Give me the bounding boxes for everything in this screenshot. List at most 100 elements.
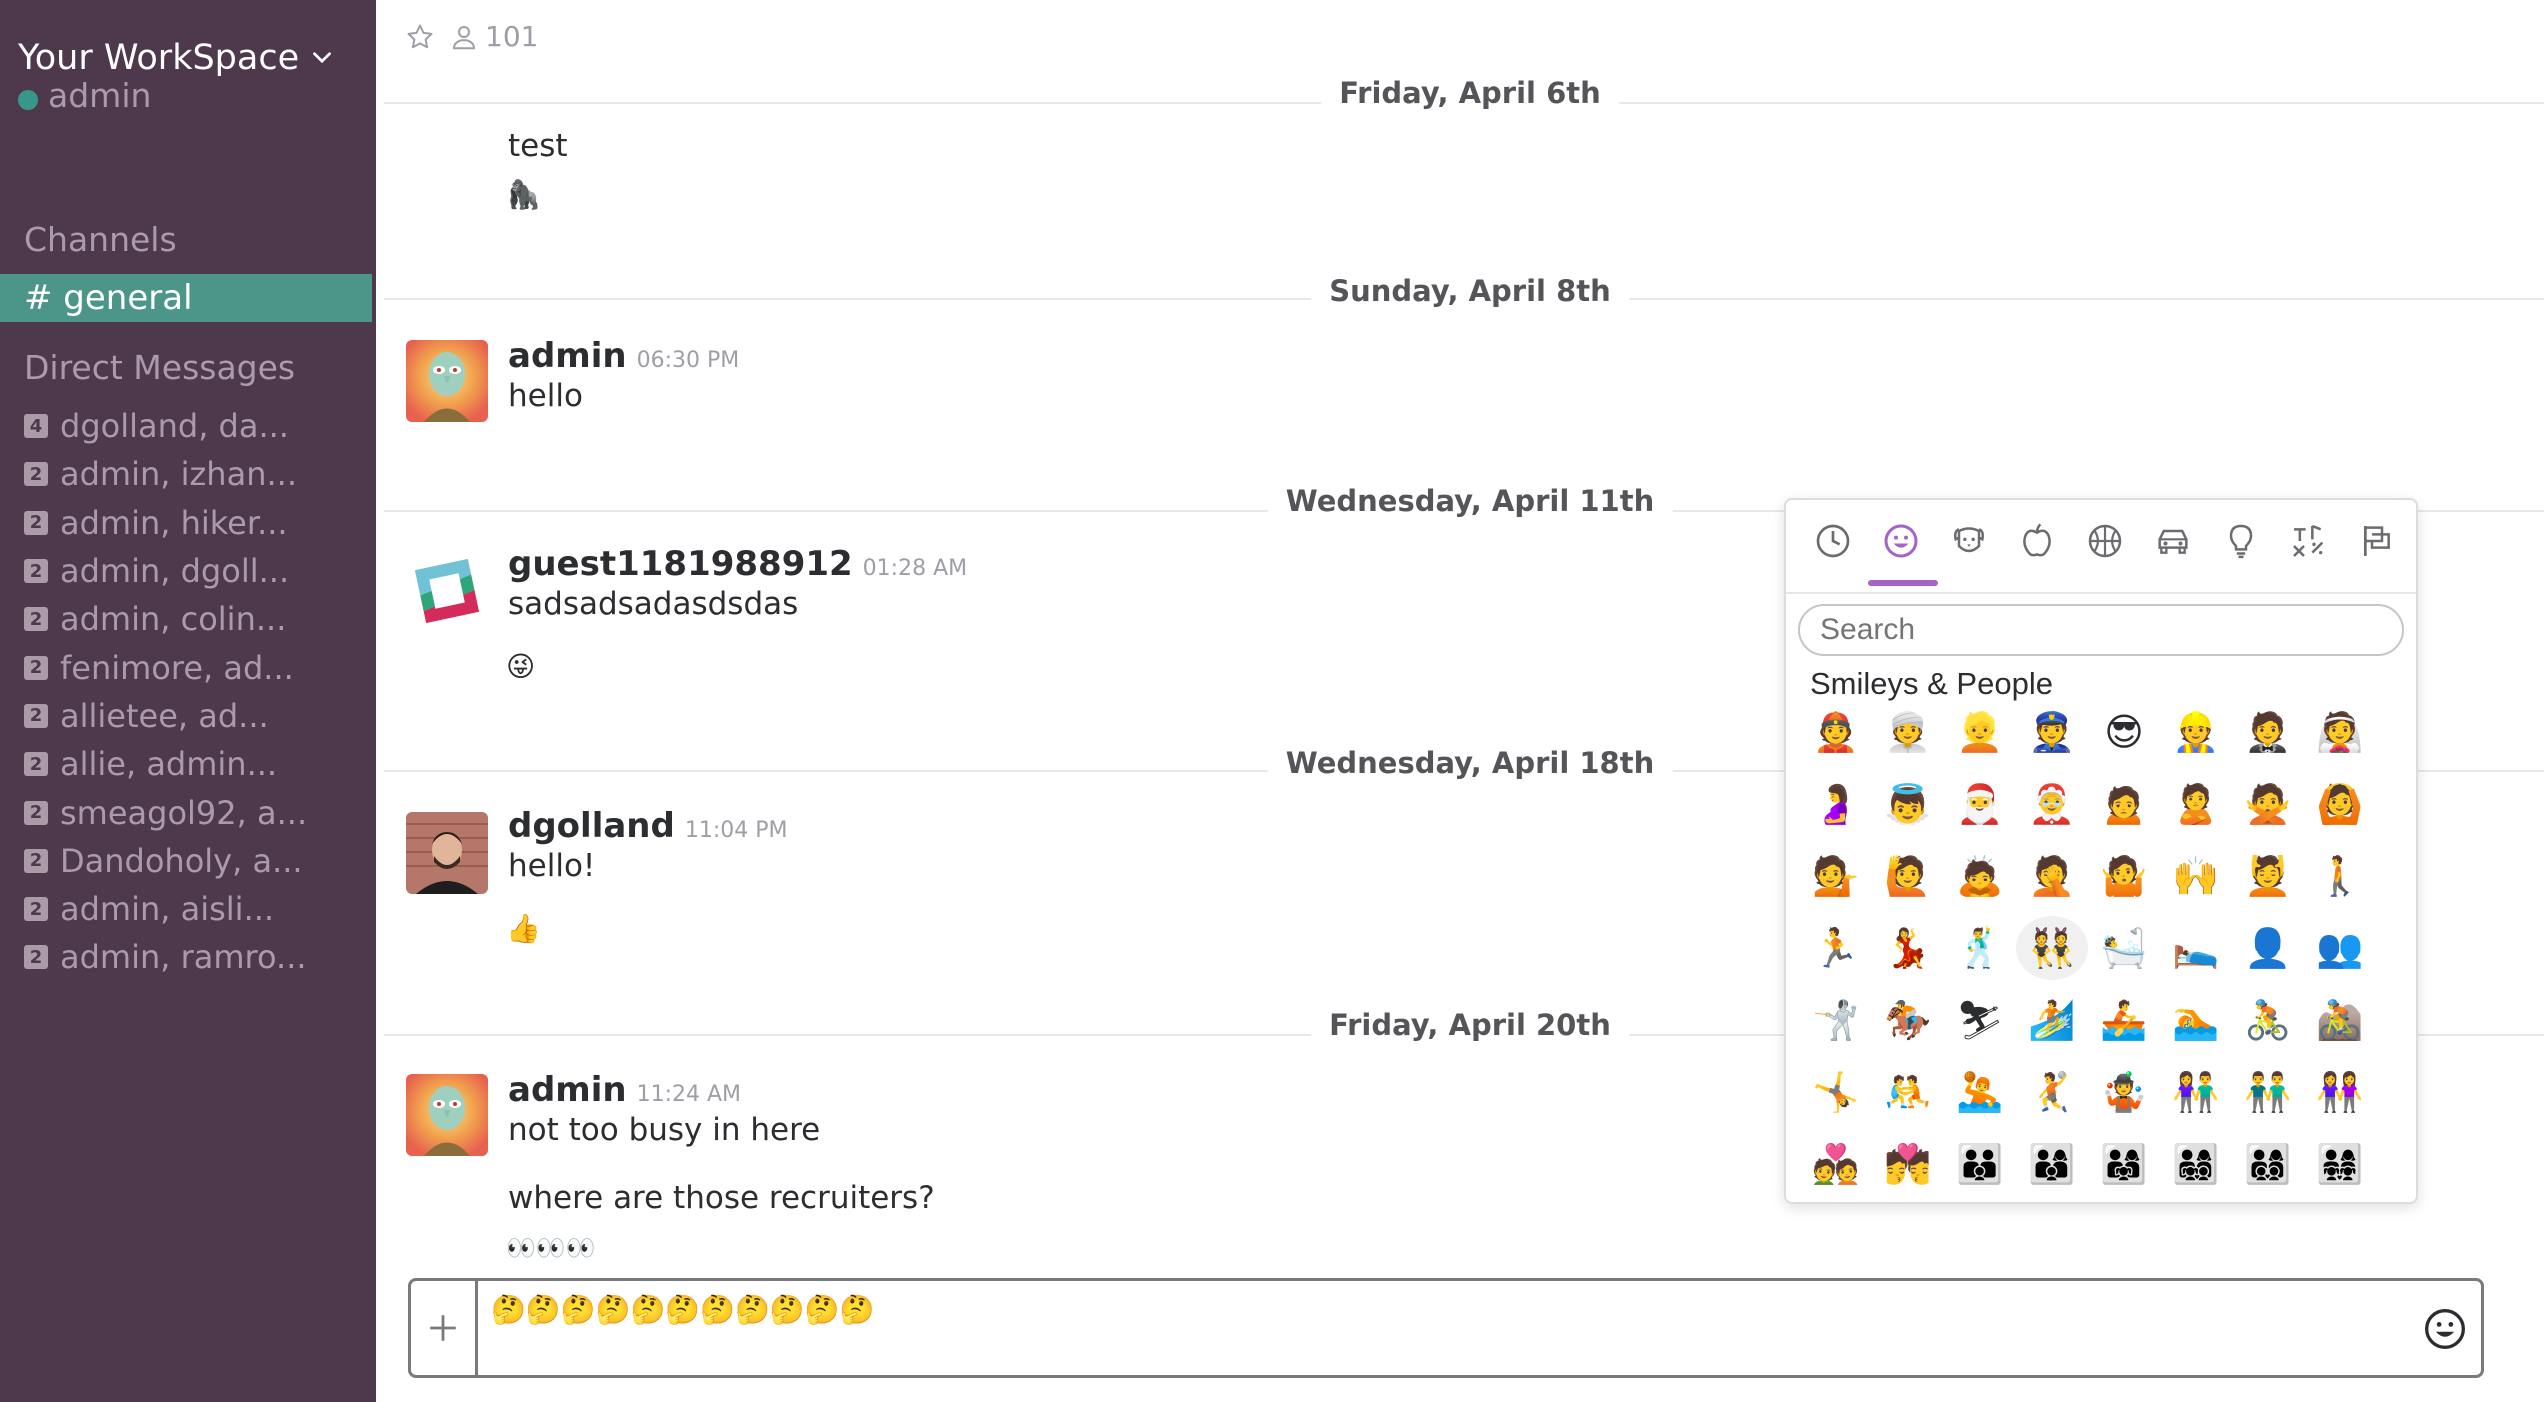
workspace-menu[interactable]: Your WorkSpace [18, 38, 335, 78]
avatar[interactable] [406, 1074, 488, 1156]
emoji-option[interactable]: 🤷 [2088, 844, 2160, 908]
add-file-button[interactable] [411, 1281, 478, 1375]
emoji-option[interactable]: 🙌 [2160, 844, 2232, 908]
message-author[interactable]: dgolland 11:04 PM [508, 806, 788, 846]
emoji-option[interactable]: 👨‍👩‍👦 [2016, 1132, 2088, 1196]
emoji-option[interactable]: 💑 [1800, 1132, 1872, 1196]
sidebar-item-dm[interactable]: 2 allie, admin... [24, 740, 364, 788]
message-author[interactable]: admin 06:30 PM [508, 336, 739, 376]
tab-smileys[interactable] [1878, 518, 1924, 564]
emoji-option[interactable]: 👬 [2232, 1060, 2304, 1124]
message-timestamp[interactable]: 01:28 AM [863, 556, 967, 581]
sidebar-item-dm[interactable]: 2 admin, colin... [24, 595, 364, 643]
emoji-option[interactable]: 🛌 [2160, 916, 2232, 980]
tab-objects[interactable] [2218, 518, 2264, 564]
emoji-option[interactable]: 👱 [1944, 700, 2016, 764]
emoji-option[interactable]: 👷 [2160, 700, 2232, 764]
message-author[interactable]: admin 11:24 AM [508, 1070, 741, 1110]
emoji-option[interactable]: 💆 [2232, 844, 2304, 908]
tab-recent[interactable] [1810, 518, 1856, 564]
emoji-option[interactable]: 🛀 [2088, 916, 2160, 980]
emoji-option[interactable]: 🤦 [2016, 844, 2088, 908]
emoji-option[interactable]: 👤 [2232, 916, 2304, 980]
emoji-option[interactable]: 🏊 [2160, 988, 2232, 1052]
member-count[interactable]: 101 [449, 20, 538, 53]
emoji-search-input[interactable] [1798, 604, 2404, 656]
emoji-option[interactable]: 🕺 [1944, 916, 2016, 980]
message-timestamp[interactable]: 06:30 PM [637, 348, 740, 373]
emoji-option[interactable]: 🙅 [2232, 772, 2304, 836]
message-author[interactable]: guest1181988912 01:28 AM [508, 544, 967, 584]
emoji-option[interactable]: 👭 [2304, 1060, 2376, 1124]
tab-activity[interactable] [2082, 518, 2128, 564]
avatar[interactable] [406, 550, 488, 632]
message-composer[interactable]: 🤔🤔🤔🤔🤔🤔🤔🤔🤔🤔🤔 [408, 1278, 2484, 1378]
emoji-option[interactable]: 🚣 [2088, 988, 2160, 1052]
emoji-option[interactable]: 🤹 [2088, 1060, 2160, 1124]
sidebar-item-dm[interactable]: 2 Dandoholy, a... [24, 837, 364, 885]
channels-header[interactable]: Channels [24, 220, 177, 259]
sidebar-item-general[interactable]: # general [0, 274, 372, 322]
emoji-option[interactable]: 🏇 [1872, 988, 1944, 1052]
emoji-option[interactable]: 😎 [2088, 700, 2160, 764]
sidebar-item-dm[interactable]: 2 smeagol92, a... [24, 788, 364, 836]
avatar[interactable] [406, 340, 488, 422]
tab-animals[interactable] [1946, 518, 1992, 564]
emoji-option[interactable]: 🏃 [1800, 916, 1872, 980]
tab-flags[interactable] [2354, 518, 2400, 564]
tab-symbols[interactable] [2286, 518, 2332, 564]
emoji-option[interactable]: 👯 [2016, 916, 2088, 980]
emoji-option[interactable]: 🚶 [2304, 844, 2376, 908]
emoji-option[interactable]: 🙆 [2304, 772, 2376, 836]
emoji-option[interactable]: 👮 [2016, 700, 2088, 764]
emoji-option[interactable]: 🏄 [2016, 988, 2088, 1052]
emoji-option[interactable]: 🙋 [1872, 844, 1944, 908]
emoji-option[interactable]: ⛷ [1944, 988, 2016, 1052]
sidebar-item-dm[interactable]: 2 admin, dgoll... [24, 547, 364, 595]
message-input[interactable]: 🤔🤔🤔🤔🤔🤔🤔🤔🤔🤔🤔 [491, 1293, 875, 1326]
message-timestamp[interactable]: 11:24 AM [637, 1082, 741, 1107]
emoji-option[interactable]: 👥 [2304, 916, 2376, 980]
emoji-option[interactable]: 👨‍👩‍👦‍👦 [2232, 1132, 2304, 1196]
emoji-option[interactable]: 🤼 [1872, 1060, 1944, 1124]
sidebar-item-dm[interactable]: 2 admin, aisli... [24, 885, 364, 933]
emoji-option[interactable]: 🎅 [1944, 772, 2016, 836]
sidebar-item-dm[interactable]: 2 admin, hiker... [24, 499, 364, 547]
tab-travel[interactable] [2150, 518, 2196, 564]
emoji-option[interactable]: 👲 [1800, 700, 1872, 764]
current-user[interactable]: admin [18, 76, 151, 115]
emoji-option[interactable]: 🤰 [1800, 772, 1872, 836]
emoji-option[interactable]: 👰 [2304, 700, 2376, 764]
emoji-option[interactable]: 🙎 [2160, 772, 2232, 836]
tab-food[interactable] [2014, 518, 2060, 564]
sidebar-item-dm[interactable]: 2 fenimore, ad... [24, 643, 364, 691]
message-timestamp[interactable]: 11:04 PM [685, 818, 788, 843]
emoji-option[interactable]: 🤽 [1944, 1060, 2016, 1124]
emoji-option[interactable]: 💁 [1800, 844, 1872, 908]
emoji-option[interactable]: 👨‍👩‍👧‍👧 [2304, 1132, 2376, 1196]
star-icon[interactable] [405, 22, 435, 52]
emoji-option[interactable]: 🚵 [2304, 988, 2376, 1052]
emoji-option[interactable]: 👨‍👩‍👧‍👦 [2160, 1132, 2232, 1196]
emoji-button-icon[interactable] [2423, 1307, 2467, 1351]
emoji-option[interactable]: 🚴 [2232, 988, 2304, 1052]
emoji-option[interactable]: 👪 [1944, 1132, 2016, 1196]
emoji-option[interactable]: 🤸 [1800, 1060, 1872, 1124]
emoji-option[interactable]: 🙇 [1944, 844, 2016, 908]
emoji-option[interactable]: 💏 [1872, 1132, 1944, 1196]
sidebar-item-dm[interactable]: 2 admin, izhan... [24, 450, 364, 498]
emoji-option[interactable]: 👳 [1872, 700, 1944, 764]
sidebar-item-dm[interactable]: 2 admin, ramro... [24, 933, 364, 981]
direct-messages-header[interactable]: Direct Messages [24, 348, 295, 387]
emoji-option[interactable]: 🙍 [2088, 772, 2160, 836]
emoji-option[interactable]: 🤺 [1800, 988, 1872, 1052]
sidebar-item-dm[interactable]: 4 dgolland, da... [24, 402, 364, 450]
emoji-option[interactable]: 👨‍👩‍👧 [2088, 1132, 2160, 1196]
sidebar-item-dm[interactable]: 2 allietee, ad... [24, 692, 364, 740]
avatar[interactable] [406, 812, 488, 894]
emoji-option[interactable]: 👫 [2160, 1060, 2232, 1124]
emoji-option[interactable]: 🤶 [2016, 772, 2088, 836]
emoji-option[interactable]: 🤾 [2016, 1060, 2088, 1124]
emoji-option[interactable]: 💃 [1872, 916, 1944, 980]
emoji-option[interactable]: 👼 [1872, 772, 1944, 836]
